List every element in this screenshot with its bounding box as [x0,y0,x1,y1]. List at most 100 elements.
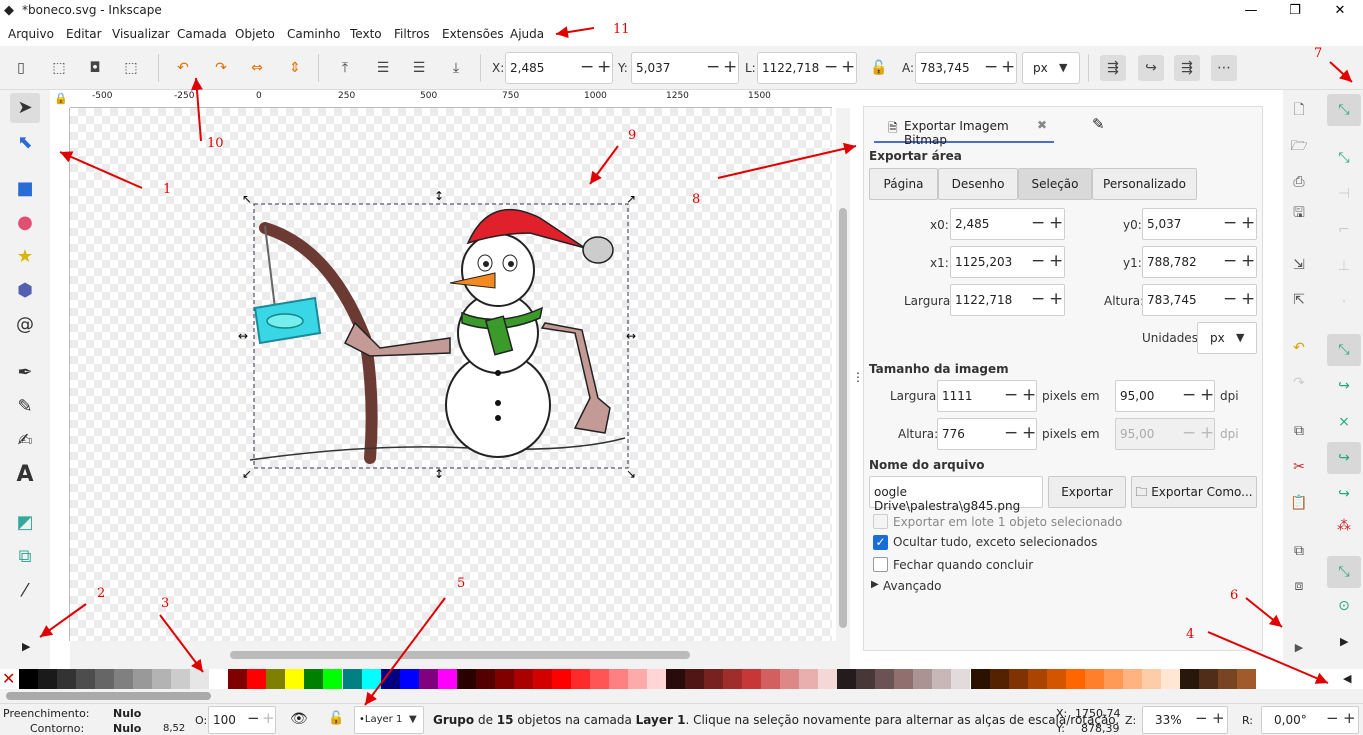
palette-menu-icon[interactable]: ◀ [1343,672,1351,685]
palette-swatch[interactable] [666,669,686,689]
redo-icon[interactable]: ↷ [1286,370,1312,396]
palette-swatch[interactable] [780,669,800,689]
menu-texto[interactable]: Texto [350,27,382,41]
palette-swatch[interactable] [532,669,552,689]
palette-swatch[interactable] [1122,669,1142,689]
palette-swatch[interactable] [247,669,267,689]
raise-to-top-icon[interactable]: ⤒ [332,55,358,81]
flip-horizontal-icon[interactable]: ⇔ [244,55,270,81]
batch-export-checkbox[interactable] [873,514,888,529]
color-palette[interactable]: ✕ ◀ [0,669,1363,689]
x1-field[interactable]: 1125,203− + [950,246,1065,278]
snap-others-icon[interactable]: ⤡ [1327,556,1361,588]
palette-swatch[interactable] [361,669,381,689]
width-field[interactable]: 1122,718− + [757,52,857,84]
snap-expand-icon[interactable]: ▶ [1340,635,1348,648]
palette-swatch[interactable] [38,669,58,689]
img-height-field[interactable]: 776− + [937,418,1037,450]
palette-swatch[interactable] [1198,669,1218,689]
zoom-field[interactable]: 33% − + [1142,706,1228,734]
hide-all-checkbox[interactable]: ✓ [873,535,888,550]
duplicate-icon[interactable]: ⧉ [1286,538,1312,564]
toolbox-expand-icon[interactable]: ▶ [22,640,30,653]
palette-swatch[interactable] [456,669,476,689]
stroke-width-value[interactable]: 8,52 [163,723,185,734]
palette-swatch[interactable] [685,669,705,689]
palette-swatch[interactable] [589,669,609,689]
close-when-done-checkbox[interactable] [873,557,888,572]
snap-bbox-edge-icon[interactable]: ⊣ [1327,178,1361,210]
palette-swatch[interactable] [1217,669,1237,689]
layer-select[interactable]: •Layer 1 ▼ [354,706,424,734]
pencil-tool-icon[interactable]: ✎ [10,392,40,422]
area-drawing-button[interactable]: Desenho [938,168,1018,200]
area-page-button[interactable]: Página [869,168,938,200]
palette-swatch[interactable] [494,669,514,689]
palette-swatch[interactable] [1065,669,1085,689]
snap-path-icon[interactable]: ↪ [1327,370,1361,402]
palette-swatch[interactable] [152,669,172,689]
node-tool-icon[interactable]: ⬉ [10,128,40,158]
select-all-icon[interactable]: ▯ [8,55,34,81]
palette-swatch[interactable] [209,669,229,689]
select-same-icon[interactable]: ◘ [82,55,108,81]
palette-swatch[interactable] [399,669,419,689]
palette-swatch[interactable] [704,669,724,689]
document-properties-icon[interactable]: ✎ [1092,115,1105,133]
lower-icon[interactable]: ☰ [406,55,432,81]
palette-swatch[interactable] [570,669,590,689]
lower-to-bottom-icon[interactable]: ⤓ [443,55,469,81]
palette-swatch[interactable] [742,669,762,689]
palette-swatch[interactable] [513,669,533,689]
palette-swatch[interactable] [913,669,933,689]
canvas[interactable]: ↖ ↕ ↗ ↔ ↔ ↙ ↕ ↘ [70,108,832,641]
palette-swatch[interactable] [837,669,857,689]
palette-swatch[interactable] [380,669,400,689]
flip-vertical-icon[interactable]: ⇕ [282,55,308,81]
clone-icon[interactable]: ⧈ [1286,573,1312,599]
palette-swatch[interactable] [57,669,77,689]
snap-smooth-icon[interactable]: ↪ [1327,478,1361,510]
palette-swatch[interactable] [627,669,647,689]
save-icon[interactable]: 🖫 [1286,200,1312,226]
mesh-tool-icon[interactable]: ⧉ [10,542,40,572]
x-field[interactable]: 2,485− + [505,52,613,84]
dropper-tool-icon[interactable]: ⁄ [10,576,40,606]
unit-select[interactable]: px ▼ [1022,52,1080,84]
toggle-layer-visibility-icon[interactable]: 👁 [290,711,308,727]
filename-field[interactable]: oogle Drive\palestra\g845.png [869,476,1043,513]
palette-swatch[interactable] [799,669,819,689]
palette-swatch[interactable] [608,669,628,689]
palette-swatch[interactable] [894,669,914,689]
palette-swatch[interactable] [266,669,286,689]
lock-icon[interactable]: 🔓 [866,55,892,81]
area-custom-button[interactable]: Personalizado [1092,168,1197,200]
y0-field[interactable]: 5,037− + [1142,208,1257,240]
scale-stroke-icon[interactable]: ⇶ [1100,55,1126,81]
stroke-value[interactable]: Nulo [113,722,141,735]
calligraphy-tool-icon[interactable]: ✍ [10,426,40,456]
palette-swatch[interactable] [95,669,115,689]
vertical-scrollbar[interactable] [836,108,850,641]
snap-nodes-icon[interactable]: ⤡ [1327,334,1361,366]
text-tool-icon[interactable]: A [10,460,40,490]
palette-swatch[interactable] [304,669,324,689]
commands-expand-icon[interactable]: ▶ [1286,635,1312,661]
palette-swatch[interactable] [342,669,362,689]
gradient-tool-icon[interactable]: ◩ [10,508,40,538]
cut-icon[interactable]: ✂ [1286,454,1312,480]
palette-swatch[interactable] [76,669,96,689]
palette-swatch[interactable] [475,669,495,689]
palette-swatch[interactable] [932,669,952,689]
export-as-button[interactable]: 🗀 Exportar Como... [1131,476,1257,508]
snap-bbox-corner-icon[interactable]: ⌐ [1327,214,1361,246]
menu-filtros[interactable]: Filtros [394,27,430,41]
import-icon[interactable]: ⇲ [1286,252,1312,278]
no-paint-icon[interactable]: ✕ [2,669,15,689]
palette-swatch[interactable] [723,669,743,689]
palette-swatch[interactable] [1027,669,1047,689]
selector-tool-icon[interactable]: ➤ [10,93,40,123]
x0-field[interactable]: 2,485− + [950,208,1065,240]
advanced-expander-icon[interactable]: ▶ [871,579,879,590]
palette-swatch[interactable] [1236,669,1256,689]
